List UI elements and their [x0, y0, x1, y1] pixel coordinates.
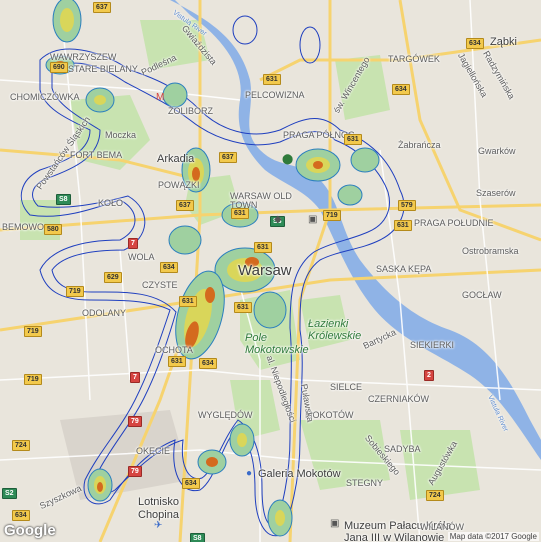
- hotspot-arkadia-core: [192, 167, 200, 181]
- road-shield: 724: [12, 440, 30, 451]
- road-shield: S8: [56, 194, 71, 205]
- road-shield: 631: [263, 74, 281, 85]
- hotspot-pole: [253, 291, 287, 329]
- label-wilanow: WILANÓW: [420, 522, 464, 532]
- label-zabki: Ząbki: [490, 36, 517, 48]
- road-shield: 631: [254, 242, 272, 253]
- hotspot-wyglendow-core: [206, 457, 218, 467]
- label-wyglendow: WYGLĘDÓW: [198, 410, 253, 420]
- label-szaserow: Szaserów: [476, 188, 516, 198]
- label-bemowo: BEMOWO: [2, 222, 44, 232]
- zoo-icon[interactable]: ⬤: [282, 154, 293, 165]
- label-ostrobramska: Ostrobramska: [462, 246, 519, 256]
- hotspot-chomiczowka-core: [94, 95, 106, 105]
- road-shield: 634: [160, 262, 178, 273]
- road-shield: 79: [128, 466, 142, 477]
- label-okecie: OKĘCIE: [136, 446, 171, 456]
- label-pole: Pole Mokotowskie: [245, 332, 309, 356]
- label-sadyba: SADYBA: [384, 444, 421, 454]
- label-fort-bema: FORT BEMA: [70, 150, 123, 160]
- attribution[interactable]: Map data ©2017 Google: [447, 532, 539, 541]
- road-shield: 7: [128, 238, 138, 249]
- label-stegny: STEGNY: [346, 478, 384, 488]
- label-galeria: Galeria Mokotów: [258, 468, 341, 480]
- hotspot-ochota-core2: [205, 287, 215, 303]
- label-sielce: SIELCE: [330, 382, 363, 392]
- road-shield: 634: [12, 510, 30, 521]
- road-shield: 637: [219, 152, 237, 163]
- label-praga-poludnie: PRAGA POŁUDNIE: [414, 218, 494, 228]
- road-shield: 631: [344, 134, 362, 145]
- label-goclaw: GOCŁAW: [462, 290, 502, 300]
- landmark-icon[interactable]: ◆: [274, 214, 282, 225]
- road-shield: 631: [168, 356, 186, 367]
- museum-icon[interactable]: ▣: [330, 518, 339, 529]
- hotspot-praga-core: [313, 161, 323, 169]
- label-pelcowizna: PELCOWIZNA: [245, 90, 305, 100]
- label-siekierki: SIEKIERKI: [410, 340, 455, 350]
- label-chomiczowka: CHOMICZÓWKA: [10, 92, 80, 102]
- road-shield: 637: [176, 200, 194, 211]
- road-shield: 719: [24, 374, 42, 385]
- label-ochota: OCHOTA: [155, 345, 193, 355]
- road-shield: 79: [128, 416, 142, 427]
- label-gwarkow: Gwarków: [478, 146, 516, 156]
- label-odolany: ODOLANY: [82, 308, 127, 318]
- road-shield: 580: [44, 224, 62, 235]
- road-shield: 579: [398, 200, 416, 211]
- road-shield: 634: [182, 478, 200, 489]
- road-shield: 719: [323, 210, 341, 221]
- label-zabranczka: Żabrańcza: [398, 140, 441, 150]
- road-shield: S2: [2, 488, 17, 499]
- road-shield: 631: [394, 220, 412, 231]
- metro-icon[interactable]: M: [156, 92, 164, 103]
- road-shield: 637: [93, 2, 111, 13]
- road-shield: 631: [231, 208, 249, 219]
- label-arkadia: Arkadia: [157, 153, 195, 165]
- museum-icon[interactable]: ▣: [308, 214, 317, 225]
- label-targowek: TARGÓWEK: [388, 54, 440, 64]
- label-stare-bielany: STARE BIELANY: [68, 64, 138, 74]
- label-wola: WOLA: [128, 252, 155, 262]
- label-powazki: POWĄZKI: [158, 180, 200, 190]
- hotspot-okecie-core: [97, 482, 103, 492]
- road-shield: 2: [424, 370, 434, 381]
- road-shield: 634: [392, 84, 410, 95]
- hotspot-zoliborz: [162, 82, 188, 108]
- road-shield: 7: [130, 372, 140, 383]
- label-wawrzyszew: WAWRZYSZEW: [50, 52, 117, 62]
- road-shield: 629: [104, 272, 122, 283]
- hotspot-praga-east: [350, 147, 380, 173]
- road-shield: 634: [199, 358, 217, 369]
- road-shield: 634: [466, 38, 484, 49]
- label-czyste: CZYSTE: [142, 280, 178, 290]
- hotspot-praga-south: [337, 184, 363, 206]
- shopping-icon[interactable]: ●: [246, 468, 252, 479]
- hotspot-galeria-core: [237, 433, 247, 447]
- road-shield: 631: [179, 296, 197, 307]
- label-lazienki: Łazienki Królewskie: [308, 318, 362, 342]
- road-shield: 719: [24, 326, 42, 337]
- map-view[interactable]: Warsaw WARSAW OLD TOWN Arkadia Łazienki …: [0, 0, 541, 542]
- label-mozka: Moczka: [105, 130, 137, 140]
- airport-icon[interactable]: ✈: [154, 520, 162, 531]
- hotspot-top-left-core: [60, 8, 74, 32]
- road-shield: S8: [190, 533, 205, 542]
- road-shield: 690: [50, 62, 68, 73]
- label-warsaw: Warsaw: [238, 262, 292, 279]
- road-shield: 719: [66, 286, 84, 297]
- road-shield: 724: [426, 490, 444, 501]
- label-zoliborz: ŻOLIBORZ: [168, 106, 214, 116]
- hotspot-wola: [168, 225, 202, 255]
- label-kolo: KOŁO: [98, 198, 124, 208]
- google-logo[interactable]: Google: [4, 522, 56, 539]
- road-shield: 631: [234, 302, 252, 313]
- label-czerniakow: CZERNIAKÓW: [368, 394, 430, 404]
- hotspot-wilanow-core: [275, 510, 285, 526]
- label-lotnisko: Lotnisko Chopina: [138, 496, 179, 521]
- label-saska-kepa: SASKA KĘPA: [376, 264, 432, 274]
